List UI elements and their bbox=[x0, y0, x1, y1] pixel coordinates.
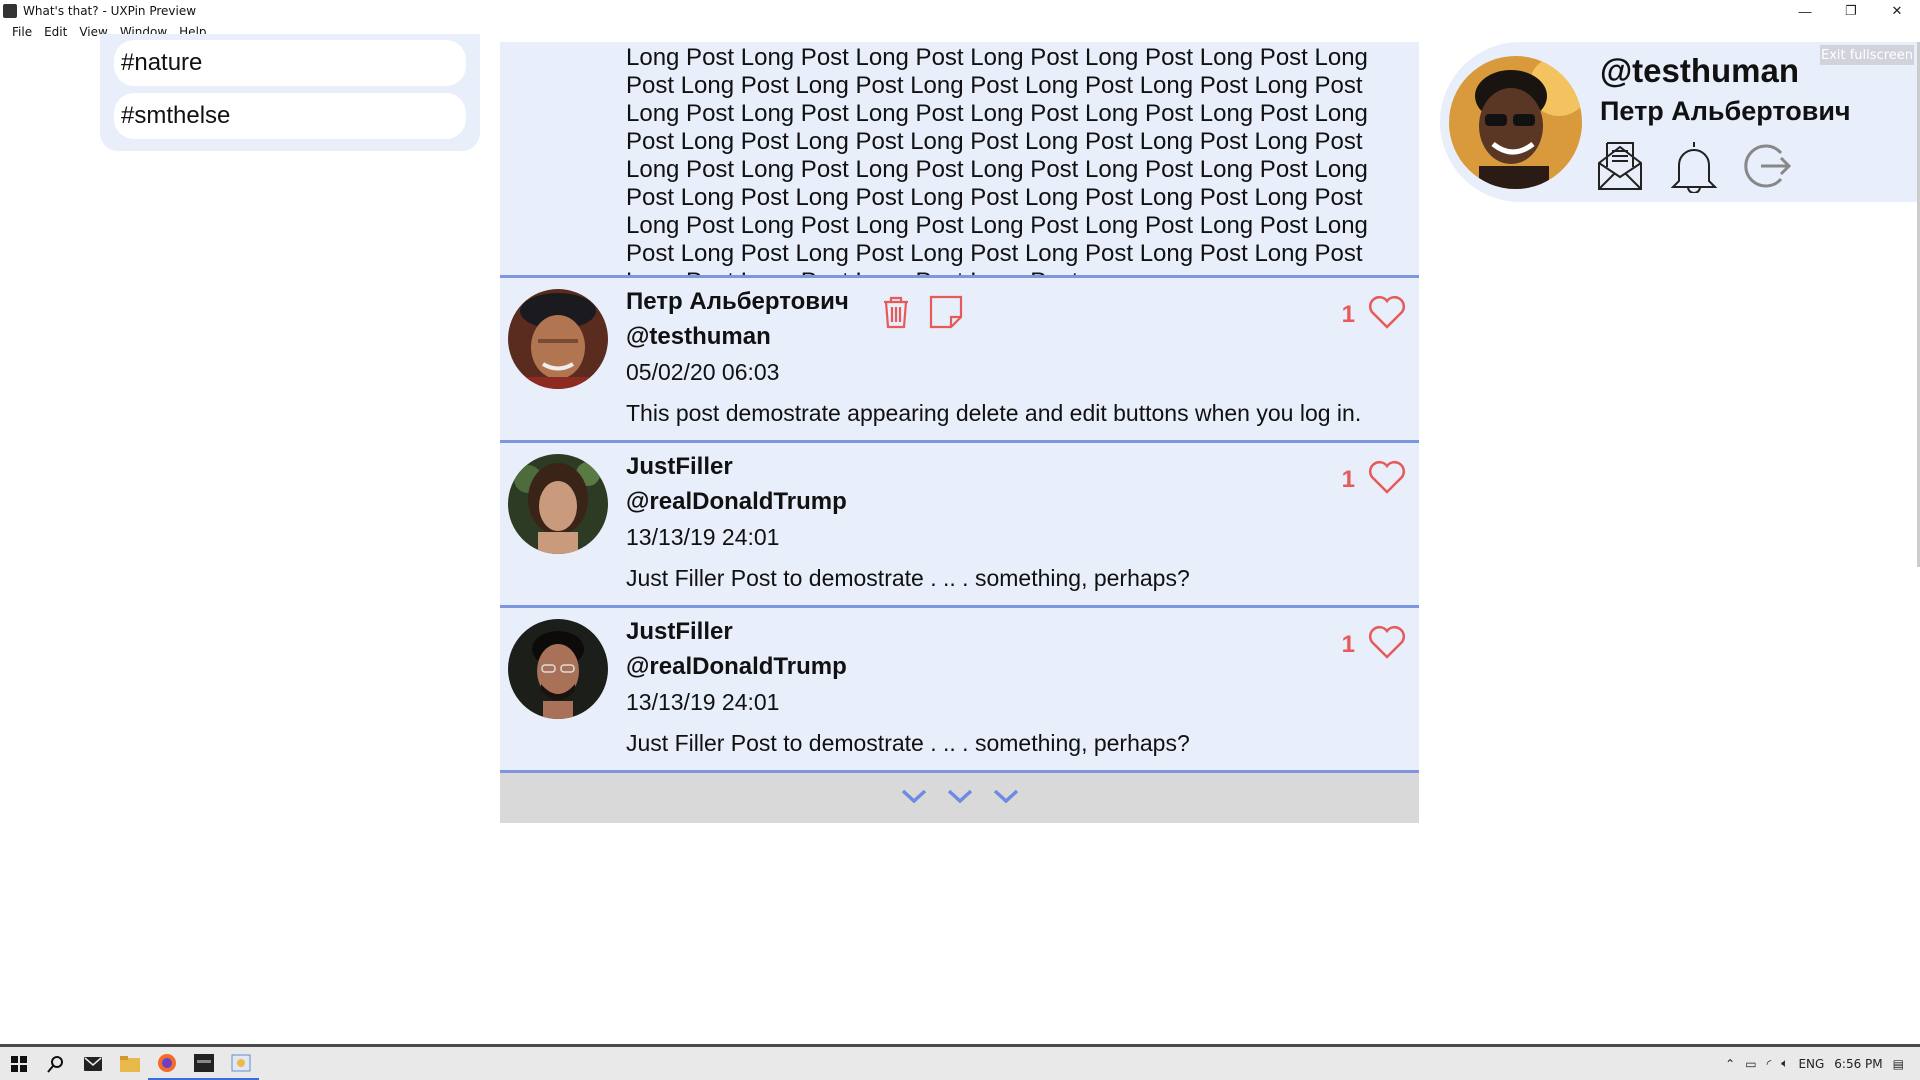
post-author-name[interactable]: JustFiller bbox=[626, 453, 733, 481]
profile-avatar[interactable] bbox=[1449, 56, 1582, 189]
notifications-icon[interactable]: ▤ bbox=[1893, 1057, 1904, 1071]
clock[interactable]: 6:56 PM bbox=[1834, 1057, 1882, 1071]
post-author-name[interactable]: JustFiller bbox=[626, 618, 733, 646]
firefox-icon[interactable] bbox=[148, 1047, 185, 1080]
uxpin-app-icon[interactable] bbox=[185, 1047, 222, 1080]
chevron-down-icon[interactable] bbox=[946, 787, 974, 810]
chevron-up-icon[interactable]: ⌃ bbox=[1725, 1057, 1735, 1071]
post-feed: Long Post Long Post Long Post Long Post … bbox=[500, 42, 1419, 823]
post-date: 13/13/19 24:01 bbox=[626, 524, 780, 550]
avatar[interactable] bbox=[508, 454, 608, 554]
window-title: What's that? - UXPin Preview bbox=[23, 4, 197, 18]
like-box: 1 bbox=[1342, 459, 1407, 500]
post-date: 05/02/20 06:03 bbox=[626, 359, 780, 385]
heart-icon[interactable] bbox=[1367, 459, 1407, 500]
like-box: 1 bbox=[1342, 624, 1407, 665]
chevron-down-icon[interactable] bbox=[900, 787, 928, 810]
profile-handle: @testhuman bbox=[1600, 52, 1800, 89]
start-icon[interactable] bbox=[0, 1047, 37, 1080]
bell-icon[interactable] bbox=[1669, 139, 1719, 198]
profile-card: @testhuman Петр Альбертович bbox=[1440, 42, 1920, 202]
close-button[interactable]: ✕ bbox=[1874, 0, 1920, 22]
post-item: JustFiller @realDonaldTrump 13/13/19 24:… bbox=[500, 443, 1419, 608]
wifi-icon[interactable]: ◜ bbox=[1767, 1057, 1772, 1071]
window-titlebar: What's that? - UXPin Preview — ❐ ✕ bbox=[0, 0, 1920, 22]
exit-fullscreen-button[interactable]: Exit fullscreen bbox=[1820, 45, 1914, 65]
like-count: 1 bbox=[1341, 465, 1355, 493]
post-text: This post demostrate appearing delete an… bbox=[626, 400, 1362, 426]
post-text: Just Filler Post to demostrate . .. . so… bbox=[626, 565, 1190, 591]
menu-file[interactable]: File bbox=[6, 25, 38, 39]
avatar[interactable] bbox=[508, 289, 608, 389]
chevron-down-icon[interactable] bbox=[992, 787, 1020, 810]
post-author-handle[interactable]: @realDonaldTrump bbox=[626, 488, 847, 516]
long-post-text: Long Post Long Post Long Post Long Post … bbox=[500, 42, 1419, 278]
logout-icon[interactable] bbox=[1743, 139, 1795, 198]
profile-name: Петр Альбертович bbox=[1600, 96, 1851, 126]
mail-icon[interactable] bbox=[74, 1047, 111, 1080]
volume-icon[interactable]: 🔈︎ bbox=[1781, 1056, 1788, 1071]
edit-note-icon[interactable] bbox=[928, 294, 964, 335]
heart-icon[interactable] bbox=[1367, 294, 1407, 335]
battery-icon[interactable]: ▭ bbox=[1745, 1057, 1756, 1071]
post-author-handle[interactable]: @realDonaldTrump bbox=[626, 653, 847, 681]
file-explorer-icon[interactable] bbox=[111, 1047, 148, 1080]
paint-app-icon[interactable] bbox=[222, 1047, 259, 1080]
app-logo-icon bbox=[3, 4, 17, 18]
like-box: 1 bbox=[1342, 294, 1407, 335]
hashtags-panel: #nature #smthelse bbox=[100, 34, 480, 151]
post-text: Just Filler Post to demostrate . .. . so… bbox=[626, 730, 1190, 756]
tag-nature[interactable]: #nature bbox=[114, 40, 466, 86]
post-author-name[interactable]: Петр Альбертович bbox=[626, 288, 849, 316]
avatar[interactable] bbox=[508, 619, 608, 719]
trash-icon[interactable] bbox=[878, 294, 914, 335]
restore-button[interactable]: ❐ bbox=[1828, 0, 1874, 22]
minimize-button[interactable]: — bbox=[1782, 0, 1828, 22]
post-item: JustFiller @realDonaldTrump 13/13/19 24:… bbox=[500, 608, 1419, 773]
tag-smthelse[interactable]: #smthelse bbox=[114, 93, 466, 139]
post-owner-actions bbox=[878, 294, 964, 335]
post-date: 13/13/19 24:01 bbox=[626, 689, 780, 715]
load-more-bar[interactable] bbox=[500, 773, 1419, 823]
taskbar: ⌃ ▭ ◜ 🔈︎ ENG 6:56 PM ▤ bbox=[0, 1044, 1920, 1080]
search-icon[interactable] bbox=[37, 1047, 74, 1080]
window-controls: — ❐ ✕ bbox=[1782, 0, 1920, 22]
like-count: 1 bbox=[1341, 300, 1355, 328]
post-item: Петр Альбертович @testhuman 05/02/20 06:… bbox=[500, 278, 1419, 443]
language-indicator[interactable]: ENG bbox=[1798, 1057, 1824, 1071]
heart-icon[interactable] bbox=[1367, 624, 1407, 665]
menu-edit[interactable]: Edit bbox=[38, 25, 73, 39]
like-count: 1 bbox=[1341, 630, 1355, 658]
profile-actions bbox=[1595, 139, 1795, 198]
system-tray: ⌃ ▭ ◜ 🔈︎ ENG 6:56 PM ▤ bbox=[1725, 1047, 1920, 1080]
messages-icon[interactable] bbox=[1595, 139, 1645, 198]
post-author-handle[interactable]: @testhuman bbox=[626, 323, 771, 351]
